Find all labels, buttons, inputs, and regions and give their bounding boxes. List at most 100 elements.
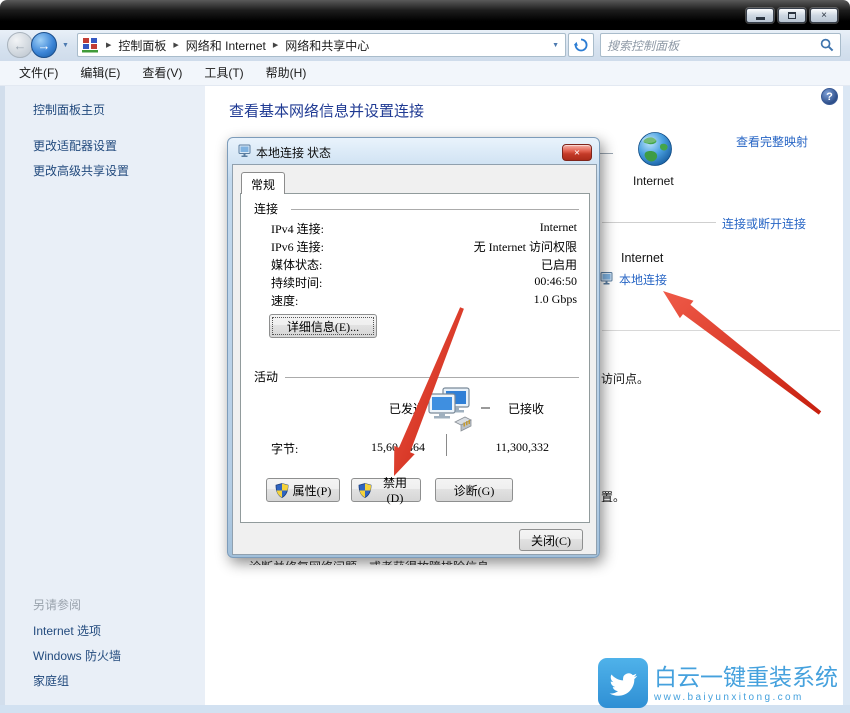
properties-button[interactable]: 属性(P) xyxy=(266,478,340,502)
row-label: 速度: xyxy=(271,292,298,309)
menu-bar: 文件(F) 编辑(E) 查看(V) 工具(T) 帮助(H) xyxy=(0,61,850,86)
sidebar-item-internet-options[interactable]: Internet 选项 xyxy=(33,622,101,639)
dialog-close-action-button[interactable]: 关闭(C) xyxy=(519,529,583,551)
search-placeholder: 搜索控制面板 xyxy=(607,37,820,54)
search-box[interactable]: 搜索控制面板 xyxy=(600,33,841,57)
maximize-icon xyxy=(788,12,796,19)
breadcrumb-separator-icon: ▶ xyxy=(106,41,111,49)
menu-edit[interactable]: 编辑(E) xyxy=(69,61,131,86)
page-title: 查看基本网络信息并设置连接 xyxy=(229,100,424,121)
sidebar-item-control-panel-home[interactable]: 控制面板主页 xyxy=(33,101,105,118)
sidebar-item-change-adapter-settings[interactable]: 更改适配器设置 xyxy=(33,137,117,154)
sidebar-item-change-advanced-sharing[interactable]: 更改高级共享设置 xyxy=(33,162,129,179)
sidebar-item-homegroup[interactable]: 家庭组 xyxy=(33,672,69,689)
control-panel-icon xyxy=(82,38,99,53)
forward-button[interactable]: → xyxy=(31,32,57,58)
bytes-received-value: 11,300,332 xyxy=(467,440,549,455)
divider xyxy=(602,222,716,223)
clipped-text: 诊断并修复网络问题，或者获得故障排除信息。 xyxy=(249,558,589,565)
breadcrumb-network-internet[interactable]: 网络和 Internet xyxy=(186,37,266,54)
watermark-logo xyxy=(598,658,648,708)
dialog-close-button[interactable]: × xyxy=(562,144,592,161)
group-divider xyxy=(285,377,579,378)
computers-activity-icon xyxy=(427,386,475,438)
disable-button-label: 禁用(D) xyxy=(376,474,414,506)
connection-group-label: 连接 xyxy=(254,200,278,217)
watermark-url: www.baiyunxitong.com xyxy=(654,692,838,703)
activity-group-label: 活动 xyxy=(254,368,278,385)
diagnose-button[interactable]: 诊断(G) xyxy=(435,478,513,502)
search-icon[interactable] xyxy=(820,38,834,52)
menu-view[interactable]: 查看(V) xyxy=(131,61,193,86)
window-titlebar[interactable]: × xyxy=(0,0,850,30)
refresh-button[interactable] xyxy=(568,33,594,57)
map-connector-line xyxy=(598,153,613,154)
active-network-name: Internet xyxy=(621,251,663,265)
dialog-tab-panel: 连接 IPv4 连接: Internet IPv6 连接: 无 Internet… xyxy=(240,193,590,523)
breadcrumb-separator-icon: ▶ xyxy=(173,41,178,49)
menu-tools[interactable]: 工具(T) xyxy=(193,61,254,86)
row-value: 00:46:50 xyxy=(534,274,577,289)
row-value: 已启用 xyxy=(541,256,577,273)
sidebar-item-windows-firewall[interactable]: Windows 防火墙 xyxy=(33,647,121,664)
watermark: 白云一键重装系统 www.baiyunxitong.com xyxy=(598,656,848,710)
help-button[interactable]: ? xyxy=(821,88,838,105)
local-connection-icon xyxy=(600,272,614,285)
diagnose-button-label: 诊断(G) xyxy=(454,482,495,499)
menu-help[interactable]: 帮助(H) xyxy=(255,61,318,86)
bytes-label: 字节: xyxy=(271,440,298,457)
address-dropdown-icon[interactable]: ▼ xyxy=(552,42,561,49)
divider xyxy=(602,330,840,331)
local-connection-status-dialog: 本地连接 状态 × 常规 连接 IPv4 连接: Internet IPv6 连… xyxy=(227,137,600,558)
close-button[interactable]: × xyxy=(810,8,838,23)
back-button[interactable]: ← xyxy=(7,32,33,58)
bytes-sent-value: 15,604,464 xyxy=(333,440,425,455)
details-button[interactable]: 详细信息(E)... xyxy=(269,314,377,338)
close-icon: × xyxy=(821,11,827,21)
ipv6-row: IPv6 连接: 无 Internet 访问权限 xyxy=(271,238,577,254)
breadcrumb-network-sharing-center[interactable]: 网络和共享中心 xyxy=(285,37,369,54)
see-also-header: 另请参阅 xyxy=(33,596,81,613)
group-divider xyxy=(291,209,579,210)
help-icon: ? xyxy=(826,91,833,103)
menu-file[interactable]: 文件(F) xyxy=(8,61,69,86)
tab-general[interactable]: 常规 xyxy=(241,172,285,194)
internet-node-label: Internet xyxy=(633,174,674,188)
local-connection-link[interactable]: 本地连接 xyxy=(619,271,667,288)
recent-pages-dropdown[interactable]: ▼ xyxy=(62,42,69,49)
row-label: 持续时间: xyxy=(271,274,322,291)
bird-icon xyxy=(606,666,640,700)
properties-button-label: 属性(P) xyxy=(293,482,332,499)
duration-row: 持续时间: 00:46:50 xyxy=(271,274,577,290)
breadcrumb-separator-icon: ▶ xyxy=(273,41,278,49)
dialog-title-icon xyxy=(238,144,252,158)
clipped-text: 置。 xyxy=(601,488,625,504)
dash xyxy=(417,407,426,409)
watermark-title: 白云一键重装系统 xyxy=(654,664,838,690)
maximize-button[interactable] xyxy=(778,8,806,23)
internet-globe-icon[interactable] xyxy=(636,130,674,168)
row-label: 媒体状态: xyxy=(271,256,322,273)
minimize-icon xyxy=(756,17,765,20)
clipped-text-fragment: 置。 xyxy=(601,490,625,504)
dash xyxy=(481,407,490,409)
divider xyxy=(446,434,447,456)
address-bar[interactable]: ▶ 控制面板 ▶ 网络和 Internet ▶ 网络和共享中心 ▼ xyxy=(77,33,566,57)
row-label: IPv6 连接: xyxy=(271,238,324,255)
clipped-text-fragment: 诊断并修复网络问题，或者获得故障排除信息。 xyxy=(249,560,501,565)
uac-shield-icon xyxy=(358,483,372,498)
row-value: 1.0 Gbps xyxy=(534,292,577,307)
uac-shield-icon xyxy=(275,483,289,498)
sidebar: 控制面板主页 更改适配器设置 更改高级共享设置 另请参阅 Internet 选项… xyxy=(0,86,205,705)
clipped-text-fragment: 访问点。 xyxy=(601,372,649,386)
forward-arrow-icon: → xyxy=(38,38,51,53)
navigation-bar: ← → ▼ ▶ 控制面板 ▶ 网络和 Internet ▶ 网络和共享中心 ▼ xyxy=(0,30,850,61)
connect-disconnect-link[interactable]: 连接或断开连接 xyxy=(722,215,806,232)
refresh-icon xyxy=(574,38,588,52)
minimize-button[interactable] xyxy=(746,8,774,23)
speed-row: 速度: 1.0 Gbps xyxy=(271,292,577,308)
view-full-map-link[interactable]: 查看完整映射 xyxy=(736,133,808,150)
disable-button[interactable]: 禁用(D) xyxy=(351,478,421,502)
breadcrumb-control-panel[interactable]: 控制面板 xyxy=(118,37,166,54)
watermark-text: 白云一键重装系统 www.baiyunxitong.com xyxy=(654,664,838,703)
